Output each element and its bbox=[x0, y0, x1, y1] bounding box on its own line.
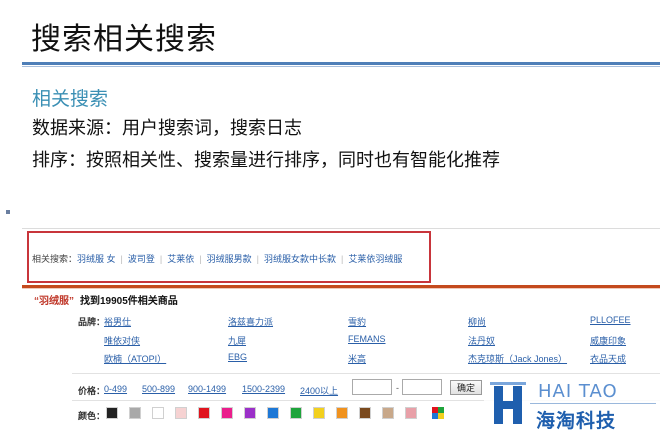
logo-text-cn: 海淘科技 bbox=[536, 411, 617, 432]
brand-link[interactable]: 法丹奴 bbox=[468, 334, 495, 347]
brand-link[interactable]: 衣品天成 bbox=[590, 352, 626, 365]
brand-link[interactable]: 欧楠（ATOPI） bbox=[104, 352, 166, 365]
related-search-highlight: 相关搜索：羽绒服 女 | 波司登 | 艾莱依 | 羽绒服男款 | 羽绒服女款中长款 | 艾莱依羽绒服 bbox=[27, 231, 431, 283]
brand-link[interactable]: 柳尚 bbox=[468, 315, 486, 328]
price-max-input[interactable] bbox=[402, 379, 442, 395]
related-link-2[interactable]: 艾莱依 bbox=[167, 254, 194, 264]
related-link-1[interactable]: 波司登 bbox=[128, 254, 155, 264]
color-label: 颜色： bbox=[78, 411, 106, 421]
data-source-line: 数据来源：用户搜索词，搜索日志 bbox=[32, 118, 302, 138]
result-count: 找到19905件相关商品 bbox=[80, 296, 178, 307]
separator: | bbox=[340, 254, 344, 264]
price-dash: - bbox=[396, 383, 399, 393]
title-rule-thin bbox=[22, 66, 660, 67]
sub-heading: 相关搜索 bbox=[32, 89, 109, 110]
sort-line: 排序：按照相关性、搜索量进行排序，同时也有智能化推荐 bbox=[32, 150, 500, 170]
price-range-link[interactable]: 1500-2399 bbox=[242, 384, 285, 394]
brand-link[interactable]: 米高 bbox=[348, 352, 366, 365]
result-summary: “羽绒服” 找到19905件相关商品 bbox=[34, 292, 178, 307]
side-marker bbox=[6, 210, 10, 214]
brand-link[interactable]: 杰克琼斯（Jack Jones） bbox=[468, 352, 567, 365]
price-confirm-button[interactable]: 确定 bbox=[450, 380, 482, 395]
related-link-0[interactable]: 羽绒服 女 bbox=[77, 254, 116, 264]
multicolor-icon[interactable] bbox=[432, 407, 444, 419]
slide-title: 搜索相关搜索 bbox=[31, 23, 217, 56]
separator: | bbox=[256, 254, 259, 264]
brand-link[interactable]: FEMANS bbox=[348, 334, 386, 344]
brand-link[interactable]: EBG bbox=[228, 352, 247, 362]
haitao-logo: HAI TAO 海淘科技 bbox=[484, 376, 660, 434]
color-swatch[interactable] bbox=[336, 407, 348, 419]
related-link-3[interactable]: 羽绒服男款 bbox=[207, 254, 252, 264]
color-swatch[interactable] bbox=[198, 407, 210, 419]
brand-link[interactable]: 裕男仕 bbox=[104, 315, 131, 328]
top-border bbox=[22, 228, 660, 229]
color-swatch[interactable] bbox=[359, 407, 371, 419]
brand-label: 品牌： bbox=[78, 317, 106, 327]
color-swatch[interactable] bbox=[106, 407, 118, 419]
brand-link[interactable]: 九犀 bbox=[228, 334, 246, 347]
logo-rule bbox=[530, 403, 656, 404]
color-swatch[interactable] bbox=[221, 407, 233, 419]
divider bbox=[72, 373, 660, 374]
brand-link[interactable]: 洛兹喜力派 bbox=[228, 315, 273, 328]
title-rule bbox=[22, 62, 660, 65]
related-search-row: 相关搜索：羽绒服 女 | 波司登 | 艾莱依 | 羽绒服男款 | 羽绒服女款中长款 | 艾莱依羽绒服 bbox=[32, 252, 402, 265]
color-swatch[interactable] bbox=[175, 407, 187, 419]
search-keyword: “羽绒服” bbox=[34, 296, 74, 307]
separator: | bbox=[159, 254, 163, 264]
color-swatch[interactable] bbox=[152, 407, 164, 419]
results-band-shadow bbox=[22, 288, 660, 289]
color-swatch[interactable] bbox=[244, 407, 256, 419]
related-search-label: 相关搜索： bbox=[32, 254, 78, 264]
color-swatch[interactable] bbox=[405, 407, 417, 419]
brand-link[interactable]: 雪豹 bbox=[348, 315, 366, 328]
color-swatch[interactable] bbox=[313, 407, 325, 419]
logo-h-icon bbox=[490, 382, 526, 424]
logo-text-en: HAI TAO bbox=[538, 381, 618, 402]
related-link-4[interactable]: 羽绒服女款中长款 bbox=[264, 254, 336, 264]
related-link-5[interactable]: 艾莱依羽绒服 bbox=[348, 254, 402, 264]
brand-link[interactable]: 威康印象 bbox=[590, 334, 626, 347]
color-swatch[interactable] bbox=[129, 407, 141, 419]
separator: | bbox=[120, 254, 123, 264]
price-range-link[interactable]: 500-899 bbox=[142, 384, 175, 394]
color-swatch[interactable] bbox=[290, 407, 302, 419]
price-min-input[interactable] bbox=[352, 379, 392, 395]
price-range-link[interactable]: 900-1499 bbox=[188, 384, 226, 394]
price-range-link[interactable]: 0-499 bbox=[104, 384, 127, 394]
color-swatch[interactable] bbox=[382, 407, 394, 419]
price-range-link[interactable]: 2400以上 bbox=[300, 384, 338, 397]
color-swatch[interactable] bbox=[267, 407, 279, 419]
price-label: 价格： bbox=[78, 386, 106, 396]
separator: | bbox=[199, 254, 202, 264]
brand-link[interactable]: PLLOFEE bbox=[590, 315, 631, 325]
brand-link[interactable]: 唯依对侠 bbox=[104, 334, 140, 347]
